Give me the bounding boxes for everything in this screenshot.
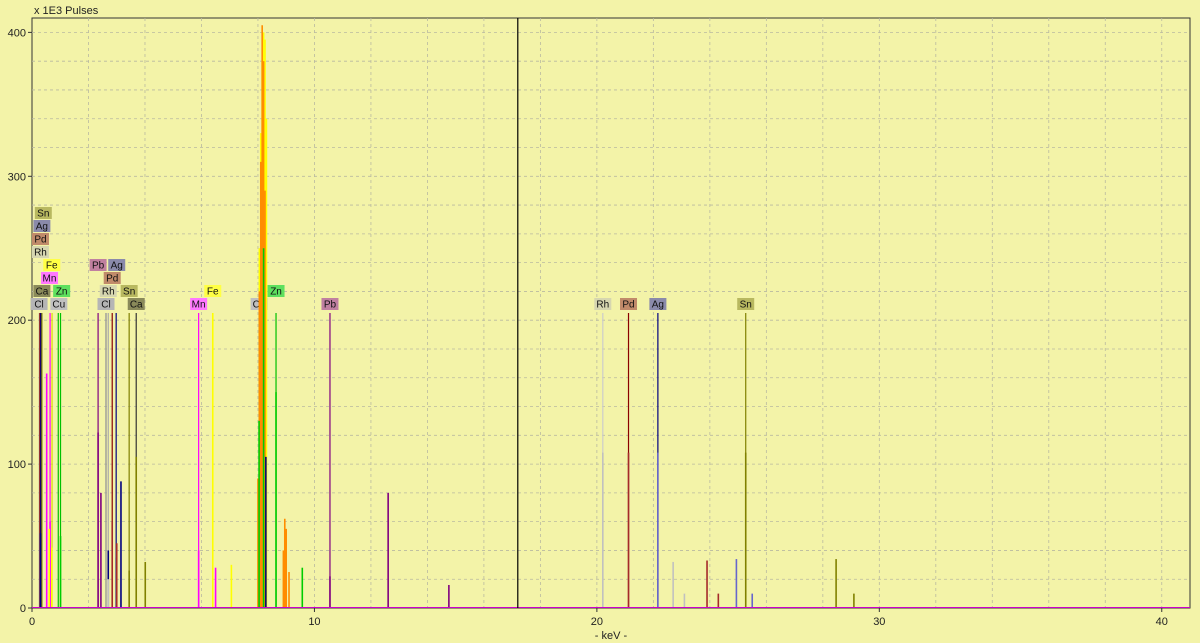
marker-tag-label: Cl — [101, 300, 110, 311]
marker-tag-label: Mn — [192, 300, 206, 311]
spectrum-chart: ClCuCaZnMnFeRhPdAgSnClRhSnCaPdPbAgMnFeCu… — [8, 5, 1191, 642]
marker-tag-label: Sn — [123, 287, 135, 298]
marker-tag-label: Rh — [102, 287, 115, 298]
x-tick-label: 10 — [308, 616, 320, 628]
marker-tag-label: Pd — [106, 274, 118, 285]
plot-area — [31, 17, 1191, 609]
x-tick-label: 40 — [1156, 616, 1168, 628]
marker-tag-label: Ca — [130, 300, 143, 311]
y-tick-label: 200 — [8, 315, 26, 327]
marker-tag-label: Pb — [324, 300, 337, 311]
x-tick-label: 0 — [29, 616, 35, 628]
x-axis-label: - keV - — [595, 630, 628, 642]
marker-tag-label: Cl — [34, 300, 43, 311]
y-tick-label: 300 — [8, 171, 26, 183]
marker-tag-label: Zn — [270, 287, 282, 298]
marker-tag-label: Fe — [46, 261, 58, 272]
marker-tag-label: Ag — [36, 222, 48, 233]
marker-tag-label: Sn — [37, 209, 49, 220]
marker-tag-label: Rh — [34, 248, 47, 259]
marker-tag-label: Zn — [56, 287, 68, 298]
marker-tag-label: Mn — [43, 274, 57, 285]
marker-tag-label: Ag — [111, 261, 123, 272]
y-tick-label: 400 — [8, 27, 26, 39]
marker-tag-label: Fe — [207, 287, 219, 298]
marker-tag-label: Sn — [740, 300, 752, 311]
y-axis-label: x 1E3 Pulses — [34, 5, 99, 17]
x-tick-label: 30 — [873, 616, 885, 628]
marker-tag-label: Ca — [35, 287, 48, 298]
marker-tag-label: Cu — [52, 300, 65, 311]
x-tick-label: 20 — [591, 616, 603, 628]
marker-tag-label: Ag — [652, 300, 664, 311]
marker-tag-label: Pd — [34, 235, 46, 246]
marker-tag-label: Pb — [92, 261, 105, 272]
marker-tag-label: Rh — [596, 300, 609, 311]
marker-tag-label: Pd — [622, 300, 634, 311]
y-tick-label: 0 — [20, 603, 26, 615]
y-tick-label: 100 — [8, 459, 26, 471]
